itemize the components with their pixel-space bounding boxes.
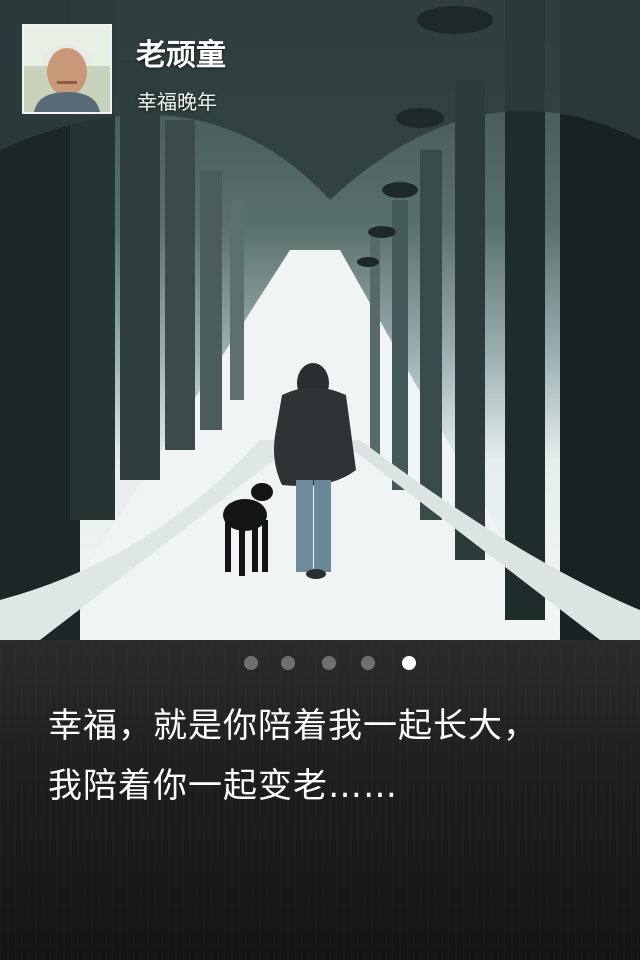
caption-panel: 幸福，就是你陪着我一起长大， 我陪着你一起变老…… bbox=[0, 640, 640, 960]
page-dot-5-active[interactable] bbox=[402, 656, 416, 670]
caption-line-2: 我陪着你一起变老…… bbox=[48, 766, 398, 806]
page-dot-2[interactable] bbox=[281, 656, 295, 670]
caption-text: 幸福，就是你陪着我一起长大， 我陪着你一起变老…… bbox=[48, 696, 618, 816]
caption-line-1: 幸福，就是你陪着我一起长大， bbox=[48, 706, 538, 746]
page-dot-1[interactable] bbox=[244, 656, 258, 670]
profile-tagline: 幸福晚年 bbox=[137, 90, 217, 114]
avatar[interactable] bbox=[22, 24, 112, 114]
profile-name[interactable]: 老顽童 bbox=[136, 30, 226, 74]
page-dot-4[interactable] bbox=[361, 656, 375, 670]
person-avatar-icon bbox=[24, 26, 110, 112]
page-indicator[interactable] bbox=[0, 656, 640, 672]
page-dot-3[interactable] bbox=[322, 656, 336, 670]
